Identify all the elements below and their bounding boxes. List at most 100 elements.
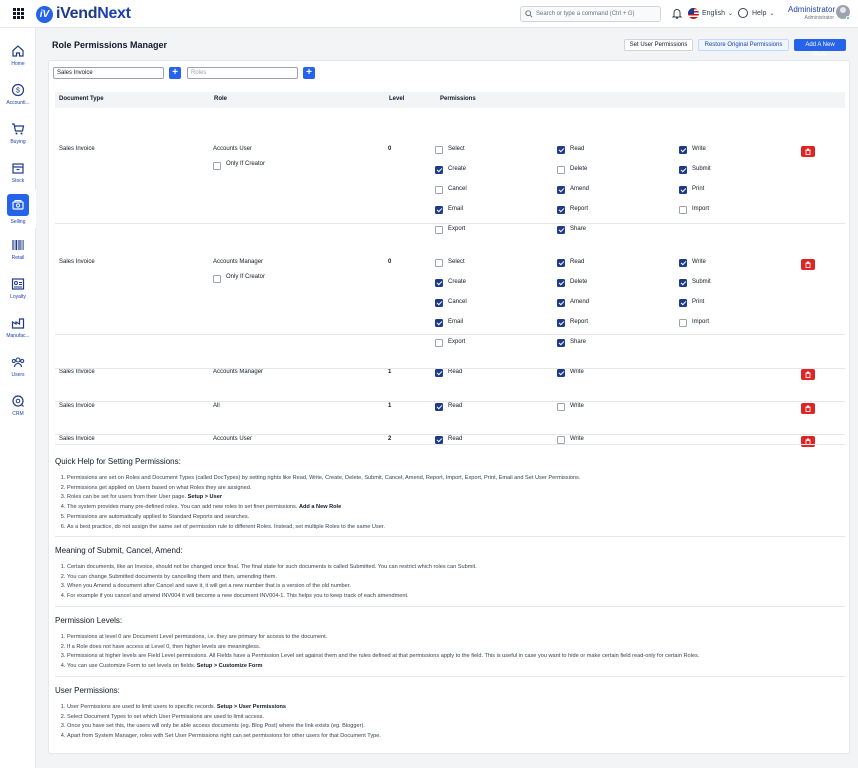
- only-if-creator-label: Only If Creator: [226, 161, 266, 167]
- delete-rule-button[interactable]: [801, 369, 815, 380]
- sidebar-label: Manufac...: [6, 332, 30, 339]
- permission-checkbox-submit[interactable]: [679, 166, 687, 174]
- permission-checkbox-report[interactable]: [557, 319, 565, 327]
- permission-label-submit: Submit: [692, 166, 711, 172]
- permission-checkbox-share[interactable]: [557, 339, 565, 347]
- table-cell-level: 1: [388, 403, 392, 409]
- delete-rule-button[interactable]: [801, 146, 815, 157]
- permission-label-create: Create: [448, 279, 467, 285]
- permission-checkbox-print[interactable]: [679, 299, 687, 307]
- permission-checkbox-create[interactable]: [435, 279, 443, 287]
- set-user-permissions-button[interactable]: Set User Permissions: [624, 39, 693, 51]
- delete-rule-button[interactable]: [801, 403, 815, 414]
- help-link[interactable]: Setup > User Permissions: [217, 704, 286, 710]
- main-content: Role Permissions Manager Set User Permis…: [36, 28, 858, 768]
- user-role: Administrator: [804, 15, 834, 21]
- delete-rule-button[interactable]: [801, 436, 815, 447]
- help-list-item: Permissions at level 0 are Document Leve…: [67, 633, 845, 643]
- sidebar-item-buying[interactable]: Buying: [0, 114, 36, 152]
- help-menu[interactable]: Help ⌄: [738, 8, 774, 18]
- trash-icon: [805, 405, 811, 412]
- permission-checkbox-cancel[interactable]: [435, 299, 443, 307]
- help-text: Apart from System Manager, roles with Se…: [67, 733, 381, 740]
- permission-checkbox-report[interactable]: [557, 206, 565, 214]
- language-label: English: [702, 10, 725, 17]
- permission-checkbox-delete[interactable]: [557, 166, 565, 174]
- permission-label-submit: Submit: [692, 279, 711, 285]
- permission-checkbox-import[interactable]: [679, 206, 687, 214]
- table-cell-level: 0: [388, 146, 392, 152]
- permission-checkbox-write[interactable]: [557, 436, 565, 444]
- help-link[interactable]: Setup > User: [188, 494, 222, 500]
- restore-original-permissions-button[interactable]: Restore Original Permissions: [698, 39, 789, 51]
- permission-label-write: Write: [692, 259, 706, 265]
- loyalty-icon: [11, 277, 25, 290]
- user-menu[interactable]: Administrator Administrator: [788, 5, 835, 21]
- sidebar-item-users[interactable]: Users: [0, 347, 36, 385]
- permission-checkbox-submit[interactable]: [679, 279, 687, 287]
- apps-grid-icon[interactable]: [13, 8, 24, 19]
- permission-checkbox-read[interactable]: [435, 369, 443, 377]
- help-text: Select Document Types to set which User …: [67, 713, 264, 720]
- permission-checkbox-email[interactable]: [435, 319, 443, 327]
- permission-label-cancel: Cancel: [448, 299, 467, 305]
- help-list: User Permissions are used to limit users…: [67, 703, 845, 742]
- permission-checkbox-print[interactable]: [679, 186, 687, 194]
- permission-checkbox-read[interactable]: [557, 259, 565, 267]
- sidebar-item-manufacturing[interactable]: Manufac...: [0, 308, 36, 346]
- sidebar-item-stock[interactable]: Stock: [0, 153, 36, 191]
- app-logo[interactable]: iV iVendNext: [36, 5, 131, 23]
- permission-checkbox-read[interactable]: [435, 436, 443, 444]
- permission-checkbox-write[interactable]: [679, 146, 687, 154]
- roles-filter[interactable]: Roles: [187, 67, 298, 79]
- sidebar-item-crm[interactable]: CRM: [0, 386, 36, 424]
- notification-bell-icon[interactable]: [672, 8, 682, 19]
- language-selector[interactable]: English ⌄: [688, 8, 733, 19]
- sidebar-item-selling[interactable]: Selling: [0, 190, 36, 228]
- help-list: Permissions at level 0 are Document Leve…: [67, 633, 845, 672]
- only-if-creator-checkbox[interactable]: [213, 275, 221, 283]
- sidebar-item-retail[interactable]: Retail: [0, 230, 36, 268]
- permission-checkbox-import[interactable]: [679, 319, 687, 327]
- permission-label-delete: Delete: [570, 166, 588, 172]
- permission-checkbox-email[interactable]: [435, 206, 443, 214]
- permission-checkbox-amend[interactable]: [557, 186, 565, 194]
- add-new-rule-button[interactable]: Add A New Rule: [794, 39, 846, 58]
- search-input[interactable]: Search or type a command (Ctrl + G): [520, 6, 661, 22]
- help-text: Permissions at level 0 are Document Leve…: [67, 634, 328, 640]
- help-section-title: Meaning of Submit, Cancel, Amend:: [55, 546, 183, 555]
- sidebar: Home $ Accounti... Buying Stock Selling …: [0, 28, 36, 768]
- add-document-type-button[interactable]: +: [169, 67, 181, 79]
- help-link[interactable]: Add a New Role: [299, 504, 341, 510]
- permission-checkbox-export[interactable]: [435, 226, 443, 234]
- sidebar-item-loyalty[interactable]: Loyalty: [0, 269, 36, 307]
- only-if-creator-label: Only If Creator: [226, 274, 266, 280]
- permission-checkbox-create[interactable]: [435, 166, 443, 174]
- permission-checkbox-export[interactable]: [435, 339, 443, 347]
- permission-checkbox-select[interactable]: [435, 259, 443, 267]
- permission-label-create: Create: [448, 166, 467, 172]
- delete-rule-button[interactable]: [801, 259, 815, 270]
- add-role-button[interactable]: +: [303, 67, 315, 79]
- permission-checkbox-delete[interactable]: [557, 279, 565, 287]
- help-section-title: User Permissions:: [55, 686, 120, 695]
- permissions-card: Sales Invoice + Roles + Document Type Ro…: [48, 60, 850, 754]
- permission-checkbox-amend[interactable]: [557, 299, 565, 307]
- permission-checkbox-cancel[interactable]: [435, 186, 443, 194]
- sidebar-item-home[interactable]: Home: [0, 36, 36, 74]
- permission-checkbox-select[interactable]: [435, 146, 443, 154]
- permission-checkbox-write[interactable]: [679, 259, 687, 267]
- help-text: If a Role does not have access at Level …: [67, 643, 261, 650]
- permission-checkbox-read[interactable]: [435, 403, 443, 411]
- help-text: Once you have set this, the users will o…: [67, 723, 365, 730]
- sidebar-item-accounting[interactable]: $ Accounti...: [0, 75, 36, 113]
- permission-checkbox-read[interactable]: [557, 146, 565, 154]
- document-type-filter[interactable]: Sales Invoice: [53, 67, 164, 79]
- help-link[interactable]: Setup > Customize Form: [197, 663, 263, 669]
- permission-checkbox-share[interactable]: [557, 226, 565, 234]
- permission-checkbox-write[interactable]: [557, 403, 565, 411]
- permission-checkbox-write[interactable]: [557, 369, 565, 377]
- help-list-item: You can change Submitted documents by ca…: [67, 573, 845, 583]
- sidebar-label: Selling: [10, 218, 26, 225]
- only-if-creator-checkbox[interactable]: [213, 162, 221, 170]
